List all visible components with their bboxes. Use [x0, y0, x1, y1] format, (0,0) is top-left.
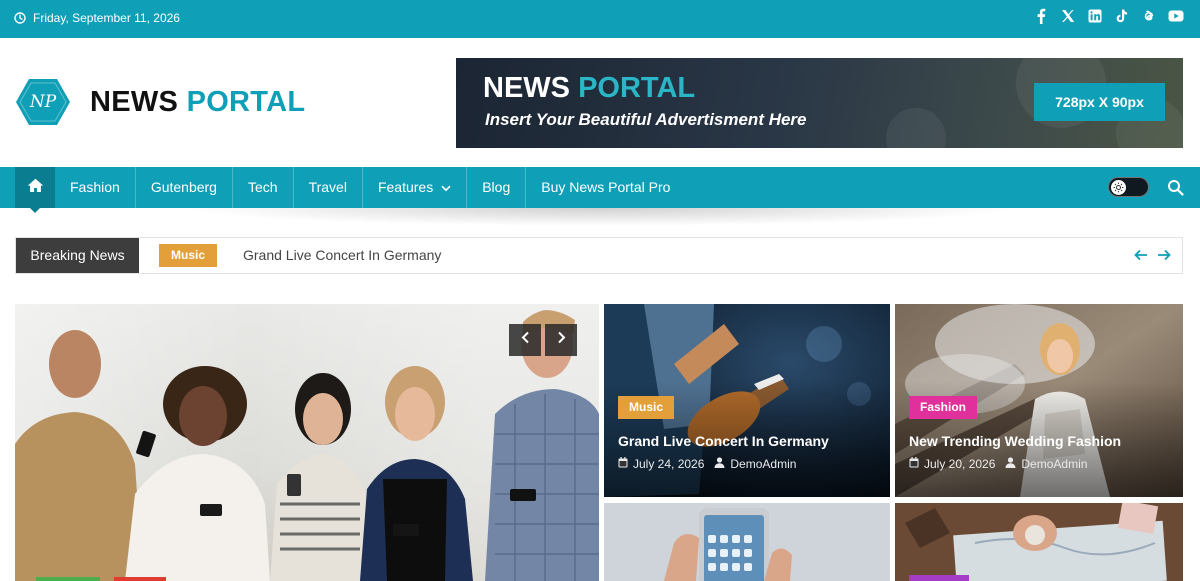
chevron-right-icon — [557, 331, 566, 349]
slider-prev-button[interactable] — [509, 324, 541, 356]
nav-shadow — [180, 208, 1020, 226]
nav-item-tech[interactable]: Tech — [233, 167, 294, 208]
card-date: July 20, 2026 — [924, 457, 996, 471]
sun-icon — [1111, 180, 1126, 195]
top-bar: Friday, September 11, 2026 — [0, 0, 1200, 38]
breaking-news-bar: Breaking News Music Grand Live Concert I… — [15, 237, 1183, 274]
card-title[interactable]: New Trending Wedding Fashion — [909, 433, 1121, 449]
user-icon — [714, 457, 725, 471]
card-author[interactable]: DemoAdmin — [1021, 457, 1087, 471]
threads-icon[interactable] — [1140, 7, 1157, 24]
slider-next-button[interactable] — [545, 324, 577, 356]
main-navigation: Fashion Gutenberg Tech Travel Features B… — [0, 167, 1200, 226]
nav-item-label: Buy News Portal Pro — [541, 179, 671, 195]
breaking-news-label: Breaking News — [16, 238, 139, 273]
card-title[interactable]: Grand Live Concert In Germany — [618, 433, 829, 449]
card-author[interactable]: DemoAdmin — [730, 457, 796, 471]
facebook-icon[interactable] — [1032, 7, 1049, 24]
logo-hexagon-icon: NP — [15, 78, 71, 126]
nav-menu: Fashion Gutenberg Tech Travel Features B… — [55, 167, 685, 208]
news-card[interactable] — [895, 503, 1183, 581]
date-display: Friday, September 11, 2026 — [14, 11, 180, 25]
breaking-category-badge[interactable]: Music — [159, 244, 218, 267]
card-meta: July 20, 2026 DemoAdmin — [909, 457, 1091, 471]
user-icon — [1005, 457, 1016, 471]
site-title-part1: NEWS — [90, 85, 179, 118]
slider-category-badge[interactable] — [114, 577, 166, 581]
slider-category-badge[interactable] — [36, 577, 100, 581]
home-icon — [27, 178, 44, 198]
news-card[interactable] — [604, 503, 890, 581]
chevron-left-icon — [521, 331, 530, 349]
news-card[interactable]: Music Grand Live Concert In Germany July… — [604, 304, 890, 497]
youtube-icon[interactable] — [1167, 7, 1184, 24]
card-image — [895, 503, 1183, 581]
nav-item-travel[interactable]: Travel — [294, 167, 363, 208]
breaking-headline[interactable]: Grand Live Concert In Germany — [243, 238, 441, 273]
card-category-badge[interactable]: Fashion — [909, 396, 978, 419]
linkedin-icon[interactable] — [1086, 7, 1103, 24]
featured-slider[interactable] — [15, 304, 599, 581]
card-category-badge[interactable]: Music — [618, 396, 675, 419]
nav-home-button[interactable] — [15, 167, 55, 213]
nav-item-label: Tech — [247, 179, 278, 195]
nav-item-label: Travel — [308, 179, 347, 195]
ad-size-badge: 728px X 90px — [1034, 83, 1165, 121]
logo-initials: NP — [29, 92, 57, 112]
calendar-icon — [618, 457, 628, 471]
site-title: NEWS PORTAL — [90, 86, 305, 119]
news-card[interactable]: Fashion New Trending Wedding Fashion Jul… — [895, 304, 1183, 497]
site-logo[interactable]: NP NEWS PORTAL — [15, 78, 305, 126]
breaking-nav — [1133, 247, 1172, 263]
dark-mode-toggle[interactable] — [1108, 177, 1149, 197]
clock-icon — [14, 12, 26, 24]
ad-title-part2: PORTAL — [578, 72, 696, 104]
ad-title: NEWS PORTAL — [483, 72, 695, 105]
tiktok-icon[interactable] — [1113, 7, 1130, 24]
nav-item-fashion[interactable]: Fashion — [55, 167, 136, 208]
nav-item-label: Features — [377, 179, 434, 195]
x-twitter-icon[interactable] — [1059, 7, 1076, 24]
site-title-part2: PORTAL — [186, 85, 306, 118]
arrow-left-icon[interactable] — [1133, 247, 1149, 263]
social-links — [1032, 7, 1184, 24]
card-meta: July 24, 2026 DemoAdmin — [618, 457, 800, 471]
nav-item-label: Fashion — [70, 179, 120, 195]
chevron-down-icon — [441, 167, 451, 208]
nav-item-blog[interactable]: Blog — [467, 167, 527, 208]
nav-item-label: Blog — [482, 179, 511, 195]
nav-item-label: Gutenberg — [150, 179, 217, 195]
nav-item-buy-pro[interactable]: Buy News Portal Pro — [526, 167, 685, 208]
ad-subtitle: Insert Your Beautiful Advertisment Here — [485, 110, 807, 129]
nav-item-features[interactable]: Features — [363, 167, 468, 208]
search-icon[interactable] — [1167, 179, 1184, 196]
nav-item-gutenberg[interactable]: Gutenberg — [136, 167, 233, 208]
calendar-icon — [909, 457, 919, 471]
arrow-right-icon[interactable] — [1156, 247, 1172, 263]
card-image — [604, 503, 890, 581]
card-date: July 24, 2026 — [633, 457, 705, 471]
ad-title-part1: NEWS — [483, 72, 570, 104]
header-advertisement[interactable]: NEWS PORTAL Insert Your Beautiful Advert… — [456, 58, 1183, 148]
current-date: Friday, September 11, 2026 — [33, 11, 180, 25]
